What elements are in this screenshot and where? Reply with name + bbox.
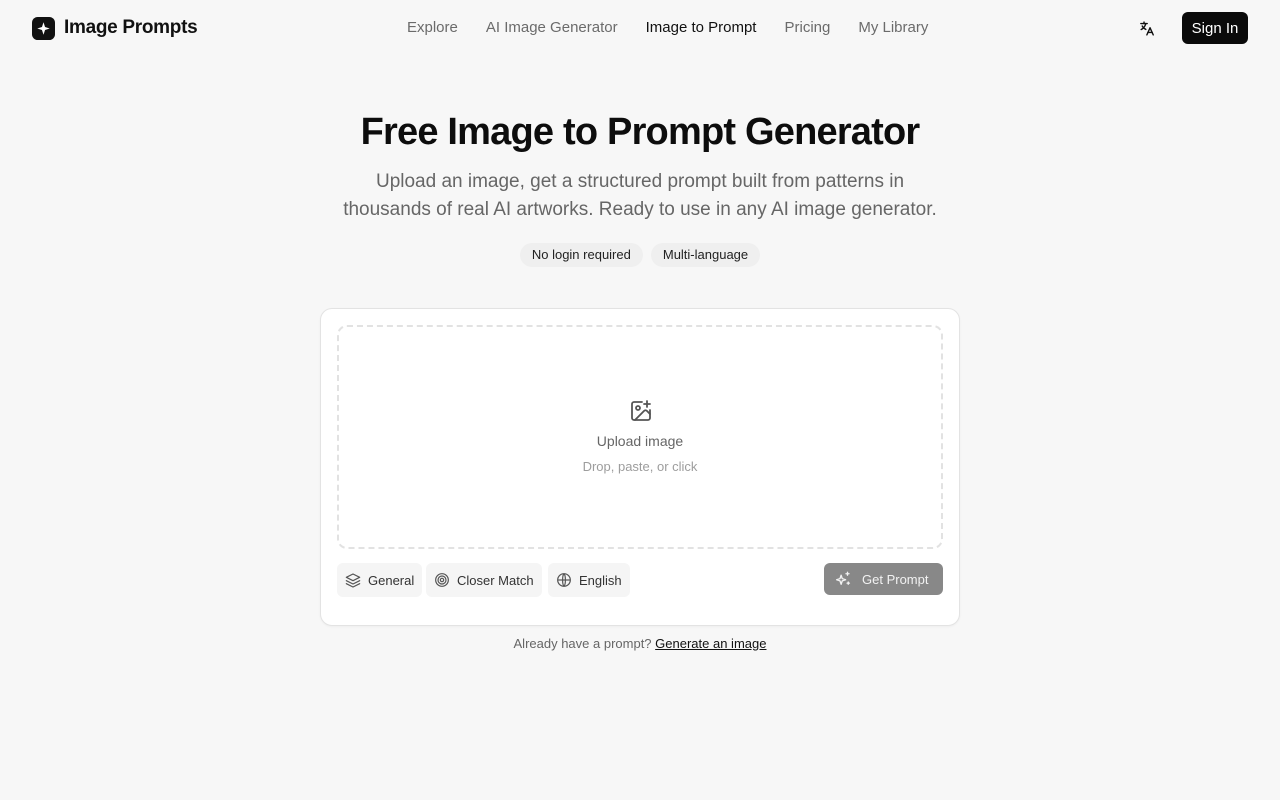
image-upload-dropzone[interactable]: Upload image Drop, paste, or click [337,325,943,549]
feature-chips: No login required Multi-language [0,243,1280,267]
get-prompt-label: Get Prompt [862,571,929,587]
already-have-prompt-text: Already have a prompt? [513,636,652,651]
main-nav: Explore AI Image Generator Image to Prom… [393,18,942,38]
style-select-button[interactable]: General [337,563,423,597]
top-navbar: Image Prompts Explore AI Image Generator… [0,0,1280,56]
nav-item-image-to-prompt[interactable]: Image to Prompt [632,18,771,38]
globe-icon [557,573,571,587]
match-mode-select-button[interactable]: Closer Match [426,563,542,597]
chip-multi-language: Multi-language [650,243,761,267]
logo-icon [32,16,55,40]
layers-icon [345,573,361,588]
language-switcher-button[interactable] [1134,16,1158,40]
nav-item-my-library[interactable]: My Library [844,18,942,38]
output-language-label: English [579,572,622,588]
match-mode-label: Closer Match [457,572,534,588]
prompt-generator-card: Upload image Drop, paste, or click Gener… [320,308,960,626]
target-icon [435,573,449,587]
nav-item-pricing[interactable]: Pricing [770,18,844,38]
page-title: Free Image to Prompt Generator [360,111,921,153]
image-plus-icon [631,400,651,421]
output-language-select-button[interactable]: English [548,563,630,597]
translate-icon [1139,20,1154,36]
get-prompt-button[interactable]: Get Prompt [824,563,943,595]
upload-hint: Drop, paste, or click [582,459,698,474]
generate-image-link[interactable]: Generate an image [655,636,766,651]
brand-logo[interactable]: Image Prompts [32,15,198,41]
upload-title: Upload image [596,433,684,449]
sign-in-button[interactable]: Sign In [1182,12,1248,44]
sparkles-icon [835,571,851,585]
chip-no-login: No login required [519,243,643,267]
brand-name: Image Prompts [64,17,198,38]
page-subtitle: Upload an image, get a structured prompt… [343,171,937,220]
generate-image-prompt-line: Already have a prompt? Generate an image [0,636,1280,651]
style-select-label: General [368,572,415,588]
nav-item-explore[interactable]: Explore [393,18,472,38]
nav-item-ai-image-generator[interactable]: AI Image Generator [472,18,632,38]
